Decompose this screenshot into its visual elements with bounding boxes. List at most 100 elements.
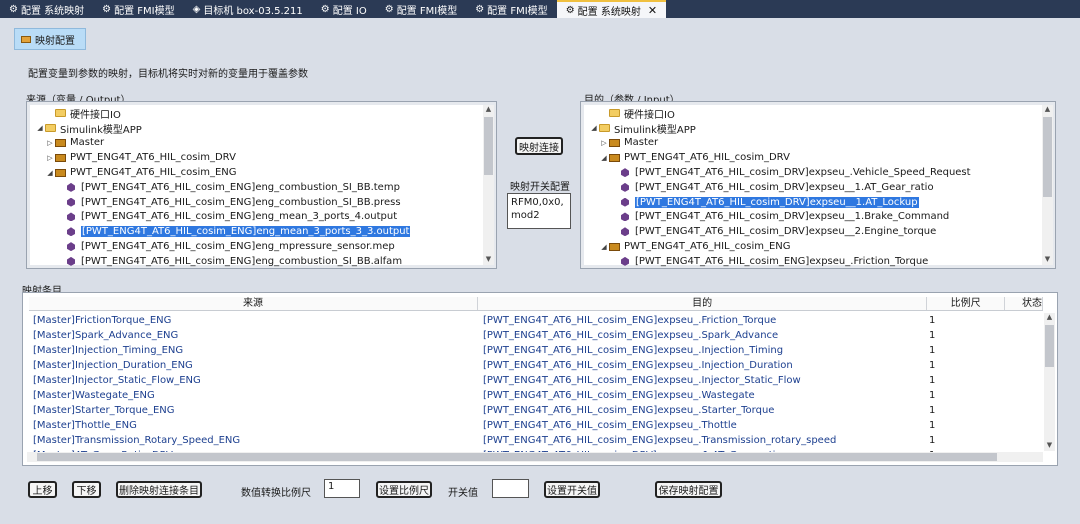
column-header-status[interactable]: 状态 (1005, 297, 1043, 310)
tree-item-label: [PWT_ENG4T_AT6_HIL_cosim_DRV]expseu__2.E… (635, 226, 937, 238)
cell-scale: 1 (929, 375, 936, 386)
tree-item-label: Simulink模型APP (60, 124, 142, 136)
table-row[interactable]: [Master]Spark_Advance_ENG [PWT_ENG4T_AT6_… (29, 328, 1043, 343)
tab-0[interactable]: ⚙ 配置 系统映射 (0, 0, 93, 18)
tree-item[interactable]: ▷ Master (587, 136, 1041, 151)
variable-icon (67, 182, 75, 192)
scrollbar-thumb[interactable] (1043, 117, 1052, 197)
tab-3[interactable]: ⚙ 配置 IO (312, 0, 376, 18)
table-horizontal-scrollbar[interactable] (27, 452, 1043, 462)
tree-item[interactable]: [PWT_ENG4T_AT6_HIL_cosim_DRV]expseu__1.B… (587, 210, 1041, 225)
tree-item[interactable]: [PWT_ENG4T_AT6_HIL_cosim_ENG]eng_combust… (33, 180, 482, 195)
tree-item[interactable]: ◢ PWT_ENG4T_AT6_HIL_cosim_DRV (587, 150, 1041, 165)
table-row[interactable]: [Master]Injector_Static_Flow_ENG [PWT_ENG… (29, 373, 1043, 388)
tree-item[interactable]: ◢ Simulink模型APP (587, 121, 1041, 136)
switch-config-field[interactable]: RFM0,0x0,mod2 (507, 193, 571, 229)
mapping-table[interactable]: 来源 目的 比例尺 状态 [Master]FrictionTorque_ENG[… (22, 292, 1058, 466)
tree-item[interactable]: [PWT_ENG4T_AT6_HIL_cosim_DRV]expseu_.Veh… (587, 165, 1041, 180)
variable-icon (67, 242, 75, 252)
expanded-arrow-icon[interactable]: ◢ (599, 154, 609, 162)
tree-item[interactable]: [PWT_ENG4T_AT6_HIL_cosim_DRV]expseu__1.A… (587, 195, 1041, 210)
target-vertical-scrollbar[interactable]: ▲ ▼ (1042, 105, 1053, 265)
tree-item[interactable]: [PWT_ENG4T_AT6_HIL_cosim_ENG]eng_combust… (33, 254, 482, 268)
target-tree-panel[interactable]: 硬件接口IO ◢ Simulink模型APP ▷ Master ◢ PWT_ENG4T_AT… (580, 101, 1056, 269)
collapsed-arrow-icon[interactable]: ▷ (45, 139, 55, 147)
tab-4[interactable]: ⚙ 配置 FMI模型 (376, 0, 466, 18)
folder-icon (45, 124, 56, 133)
collapsed-arrow-icon[interactable]: ▷ (599, 139, 609, 147)
cell-source: [Master]Injection_Duration_ENG (33, 360, 193, 371)
move-down-button[interactable]: 下移 (72, 481, 101, 498)
table-row[interactable]: [Master]FrictionTorque_ENG [PWT_ENG4T_AT6… (29, 313, 1043, 328)
expanded-arrow-icon[interactable]: ◢ (45, 169, 55, 177)
column-header-target[interactable]: 目的 (478, 297, 928, 310)
tab-2[interactable]: ◈ 目标机 box-03.5.211 (184, 0, 312, 18)
table-row[interactable]: [Master]Injection_Timing_ENG [PWT_ENG4T_A… (29, 343, 1043, 358)
tab-label: 配置 系统映射 (577, 6, 641, 18)
set-switch-value-button[interactable]: 设置开关值 (544, 481, 600, 498)
variable-icon (621, 256, 629, 266)
tree-item[interactable]: [PWT_ENG4T_AT6_HIL_cosim_DRV]expseu__2.E… (587, 224, 1041, 239)
scroll-up-icon[interactable]: ▲ (483, 105, 494, 115)
source-tree-panel[interactable]: 硬件接口IO ◢ Simulink模型APP ▷ Master ▷ PWT_ENG4T_AT… (26, 101, 497, 269)
cell-target: [PWT_ENG4T_AT6_HIL_cosim_ENG]expseu_.Fri… (483, 315, 777, 326)
tree-item[interactable]: 硬件接口IO (33, 106, 482, 121)
expanded-arrow-icon[interactable]: ◢ (589, 124, 599, 132)
tree-item[interactable]: [PWT_ENG4T_AT6_HIL_cosim_ENG]expseu_.Fri… (587, 254, 1041, 268)
switch-value-input[interactable] (492, 479, 529, 498)
table-row[interactable]: [Master]Transmission_Rotary_Speed_ENG [PW… (29, 433, 1043, 448)
tree-item[interactable]: ▷ Master (33, 136, 482, 151)
expanded-arrow-icon[interactable]: ◢ (599, 243, 609, 251)
tree-item-label: [PWT_ENG4T_AT6_HIL_cosim_DRV]expseu__1.A… (635, 181, 934, 193)
tree-item[interactable]: [PWT_ENG4T_AT6_HIL_cosim_DRV]expseu__1.A… (587, 180, 1041, 195)
tree-item[interactable]: [PWT_ENG4T_AT6_HIL_cosim_ENG]eng_mean_3_… (33, 224, 482, 239)
delete-mapping-button[interactable]: 删除映射连接条目 (116, 481, 202, 498)
tree-item-label: Master (624, 137, 659, 149)
move-up-button[interactable]: 上移 (28, 481, 57, 498)
tree-item[interactable]: 硬件接口IO (587, 106, 1041, 121)
set-scale-button[interactable]: 设置比例尺 (376, 481, 432, 498)
table-row[interactable]: [Master]Injection_Duration_ENG [PWT_ENG4T… (29, 358, 1043, 373)
tree-item[interactable]: [PWT_ENG4T_AT6_HIL_cosim_ENG]eng_mean_3_… (33, 210, 482, 225)
tree-item[interactable]: [PWT_ENG4T_AT6_HIL_cosim_ENG]eng_combust… (33, 195, 482, 210)
scale-label: 数值转换比例尺 (241, 488, 311, 499)
cell-target: [PWT_ENG4T_AT6_HIL_cosim_ENG]expseu_.Tra… (483, 435, 837, 446)
save-mapping-button[interactable]: 保存映射配置 (655, 481, 722, 498)
tree-item-label: 硬件接口IO (70, 109, 121, 121)
source-vertical-scrollbar[interactable]: ▲ ▼ (483, 105, 494, 265)
tree-item[interactable]: ◢ PWT_ENG4T_AT6_HIL_cosim_ENG (587, 239, 1041, 254)
collapsed-arrow-icon[interactable]: ▷ (45, 154, 55, 162)
scroll-up-icon[interactable]: ▲ (1044, 313, 1055, 323)
scrollbar-thumb[interactable] (37, 453, 997, 461)
table-vertical-scrollbar[interactable]: ▲ ▼ (1044, 313, 1055, 451)
tree-item[interactable]: ◢ PWT_ENG4T_AT6_HIL_cosim_ENG (33, 165, 482, 180)
tree-item[interactable]: ▷ PWT_ENG4T_AT6_HIL_cosim_DRV (33, 150, 482, 165)
scale-input[interactable]: 1 (324, 479, 360, 498)
scroll-down-icon[interactable]: ▼ (483, 255, 494, 265)
table-row[interactable]: [Master]Wastegate_ENG [PWT_ENG4T_AT6_HIL_… (29, 388, 1043, 403)
tab-strip: ⚙ 配置 系统映射 ⚙ 配置 FMI模型 ◈ 目标机 box-03.5.211 ⚙ 配置 IO… (0, 0, 1080, 18)
scroll-down-icon[interactable]: ▼ (1042, 255, 1053, 265)
source-tree: 硬件接口IO ◢ Simulink模型APP ▷ Master ▷ PWT_ENG4T_AT… (33, 106, 482, 268)
tree-item-label: [PWT_ENG4T_AT6_HIL_cosim_ENG]eng_combust… (81, 255, 403, 267)
table-row[interactable]: [Master]Starter_Torque_ENG [PWT_ENG4T_AT6… (29, 403, 1043, 418)
mapping-config-button[interactable]: 映射配置 (14, 28, 86, 50)
tab-label: 配置 IO (332, 5, 367, 17)
tree-item[interactable]: ◢ Simulink模型APP (33, 121, 482, 136)
scrollbar-thumb[interactable] (484, 117, 493, 175)
close-icon[interactable]: ✕ (648, 4, 657, 17)
map-connect-button[interactable]: 映射连接 (515, 137, 563, 155)
table-row[interactable]: [Master]Thottle_ENG [PWT_ENG4T_AT6_HIL_co… (29, 418, 1043, 433)
scroll-down-icon[interactable]: ▼ (1044, 441, 1055, 451)
column-header-scale[interactable]: 比例尺 (927, 297, 1006, 310)
scrollbar-thumb[interactable] (1045, 325, 1054, 367)
variable-icon (621, 182, 629, 192)
cell-target: [PWT_ENG4T_AT6_HIL_cosim_ENG]expseu_.Inj… (483, 345, 784, 356)
scroll-up-icon[interactable]: ▲ (1042, 105, 1053, 115)
tab-6[interactable]: ⚙ 配置 系统映射 ✕ (556, 0, 667, 18)
tab-5[interactable]: ⚙ 配置 FMI模型 (466, 0, 556, 18)
tree-item[interactable]: [PWT_ENG4T_AT6_HIL_cosim_ENG]eng_mpressu… (33, 239, 482, 254)
column-header-source[interactable]: 来源 (29, 297, 479, 310)
tab-1[interactable]: ⚙ 配置 FMI模型 (93, 0, 183, 18)
expanded-arrow-icon[interactable]: ◢ (35, 124, 45, 132)
